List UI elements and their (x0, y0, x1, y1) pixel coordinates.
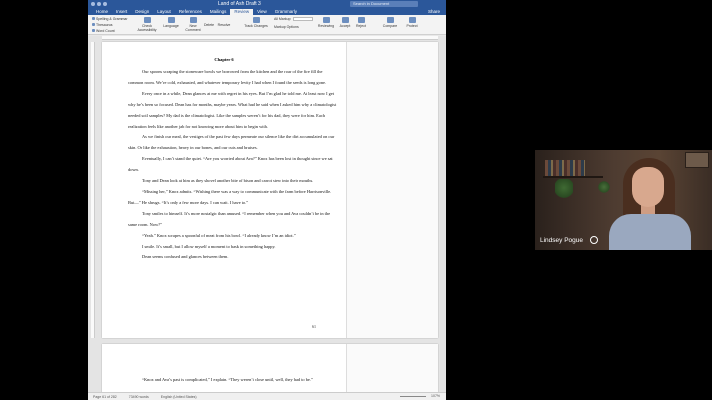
document-area[interactable]: Chapter 6 Our spoons scraping the stonew… (88, 36, 446, 400)
horizontal-ruler[interactable] (102, 36, 438, 40)
paragraph: “Missing her,” Knox admits. “Wishing the… (128, 188, 332, 205)
participant-shirt (609, 214, 691, 250)
language-icon (167, 17, 175, 23)
markup-options-button[interactable]: Markup Options (274, 25, 299, 29)
paragraph: “Yeah.” Knox scrapes a spoonful of meat … (142, 232, 296, 238)
paragraph: Tony and Dean look at him as they shovel… (142, 178, 314, 184)
maximize-window-button[interactable] (103, 2, 107, 6)
close-window-button[interactable] (91, 2, 95, 6)
status-bar: Page 61 of 282 73490 words English (Unit… (88, 392, 446, 400)
page-body[interactable]: “Knox and Ava’s past is complicated,” I … (128, 375, 338, 386)
paragraph: Our spoons scraping the stoneware bowls … (128, 69, 327, 85)
protect-button[interactable]: Protect (404, 17, 420, 28)
accept-button[interactable]: Accept (338, 17, 352, 28)
page-body[interactable]: Our spoons scraping the stoneware bowls … (128, 67, 338, 263)
zoom-level[interactable]: 107% (431, 394, 440, 398)
markup-dropdown[interactable] (292, 17, 313, 22)
spelling-icon (92, 17, 95, 20)
chapter-heading: Chapter 6 (214, 57, 234, 62)
window-controls[interactable] (91, 2, 107, 6)
track-changes-icon (252, 17, 260, 23)
picture-frame (685, 152, 709, 168)
paragraph: Every once in a while, Dean glances at m… (128, 90, 337, 129)
word-count-button[interactable]: Word Count (92, 29, 115, 33)
document-page[interactable]: Chapter 6 Our spoons scraping the stonew… (102, 42, 438, 338)
microphone-icon (590, 236, 598, 244)
track-changes-button[interactable]: Track Changes (244, 17, 268, 28)
plant (555, 179, 573, 201)
word-window: Land of Ash Draft 3 Search in Document H… (88, 0, 446, 400)
page-count[interactable]: Page 61 of 282 (93, 395, 117, 399)
word-count[interactable]: 73490 words (129, 395, 149, 399)
reviewing-button[interactable]: Reviewing (316, 17, 336, 28)
bookshelf (545, 160, 585, 176)
markup-view-select[interactable]: All Markup (274, 17, 313, 22)
protect-icon (408, 17, 416, 23)
ribbon: Spelling & Grammar Thesaurus Word Count … (88, 15, 446, 35)
video-tile[interactable]: Lindsey Pogue (535, 150, 712, 250)
new-comment-button[interactable]: New Comment (184, 17, 202, 32)
compare-icon (386, 17, 394, 23)
document-title: Land of Ash Draft 3 (218, 1, 261, 7)
participant-face (632, 167, 664, 207)
search-input[interactable]: Search in Document (350, 1, 418, 7)
paragraph: As we finish our meal, the vestiges of t… (128, 134, 335, 151)
screen: Land of Ash Draft 3 Search in Document H… (0, 0, 712, 400)
zoom-slider[interactable] (400, 396, 426, 397)
thesaurus-icon (92, 23, 95, 26)
paragraph: Dean seems confused and glances between … (142, 254, 229, 260)
delete-comment-button[interactable]: Delete (202, 23, 216, 27)
participant-name: Lindsey Pogue (540, 237, 584, 244)
page-number: 61 (312, 324, 316, 329)
markup-pane (346, 42, 438, 338)
paragraph: Tony smiles to himself. It’s more nostal… (128, 210, 331, 227)
language-button[interactable]: Language (162, 17, 180, 28)
accept-icon (341, 17, 349, 23)
ribbon-tabs: Home Insert Design Layout References Mai… (88, 8, 446, 15)
reviewing-icon (322, 17, 330, 23)
shelf (543, 176, 603, 178)
language-status[interactable]: English (United States) (161, 395, 197, 399)
resolve-button[interactable]: Resolve (216, 23, 232, 27)
minimize-window-button[interactable] (97, 2, 101, 6)
paragraph: “Knox and Ava’s past is complicated,” I … (142, 377, 313, 382)
new-comment-icon (189, 17, 197, 23)
spelling-button[interactable]: Spelling & Grammar (92, 17, 128, 21)
plant (597, 180, 611, 194)
word-count-icon (92, 29, 95, 32)
share-button[interactable]: Share (428, 8, 440, 15)
accessibility-icon (143, 17, 151, 23)
compare-button[interactable]: Compare (382, 17, 398, 28)
vertical-ruler[interactable] (91, 42, 95, 338)
paragraph: I smile. It’s small, but I allow myself … (142, 243, 276, 249)
thesaurus-button[interactable]: Thesaurus (92, 23, 113, 27)
reject-button[interactable]: Reject (354, 17, 368, 28)
check-accessibility-button[interactable]: Check Accessibility (136, 17, 158, 32)
title-bar: Land of Ash Draft 3 Search in Document (88, 0, 446, 8)
reject-icon (357, 17, 365, 23)
paragraph: Eventually, I can’t stand the quiet. “Ar… (128, 156, 333, 173)
